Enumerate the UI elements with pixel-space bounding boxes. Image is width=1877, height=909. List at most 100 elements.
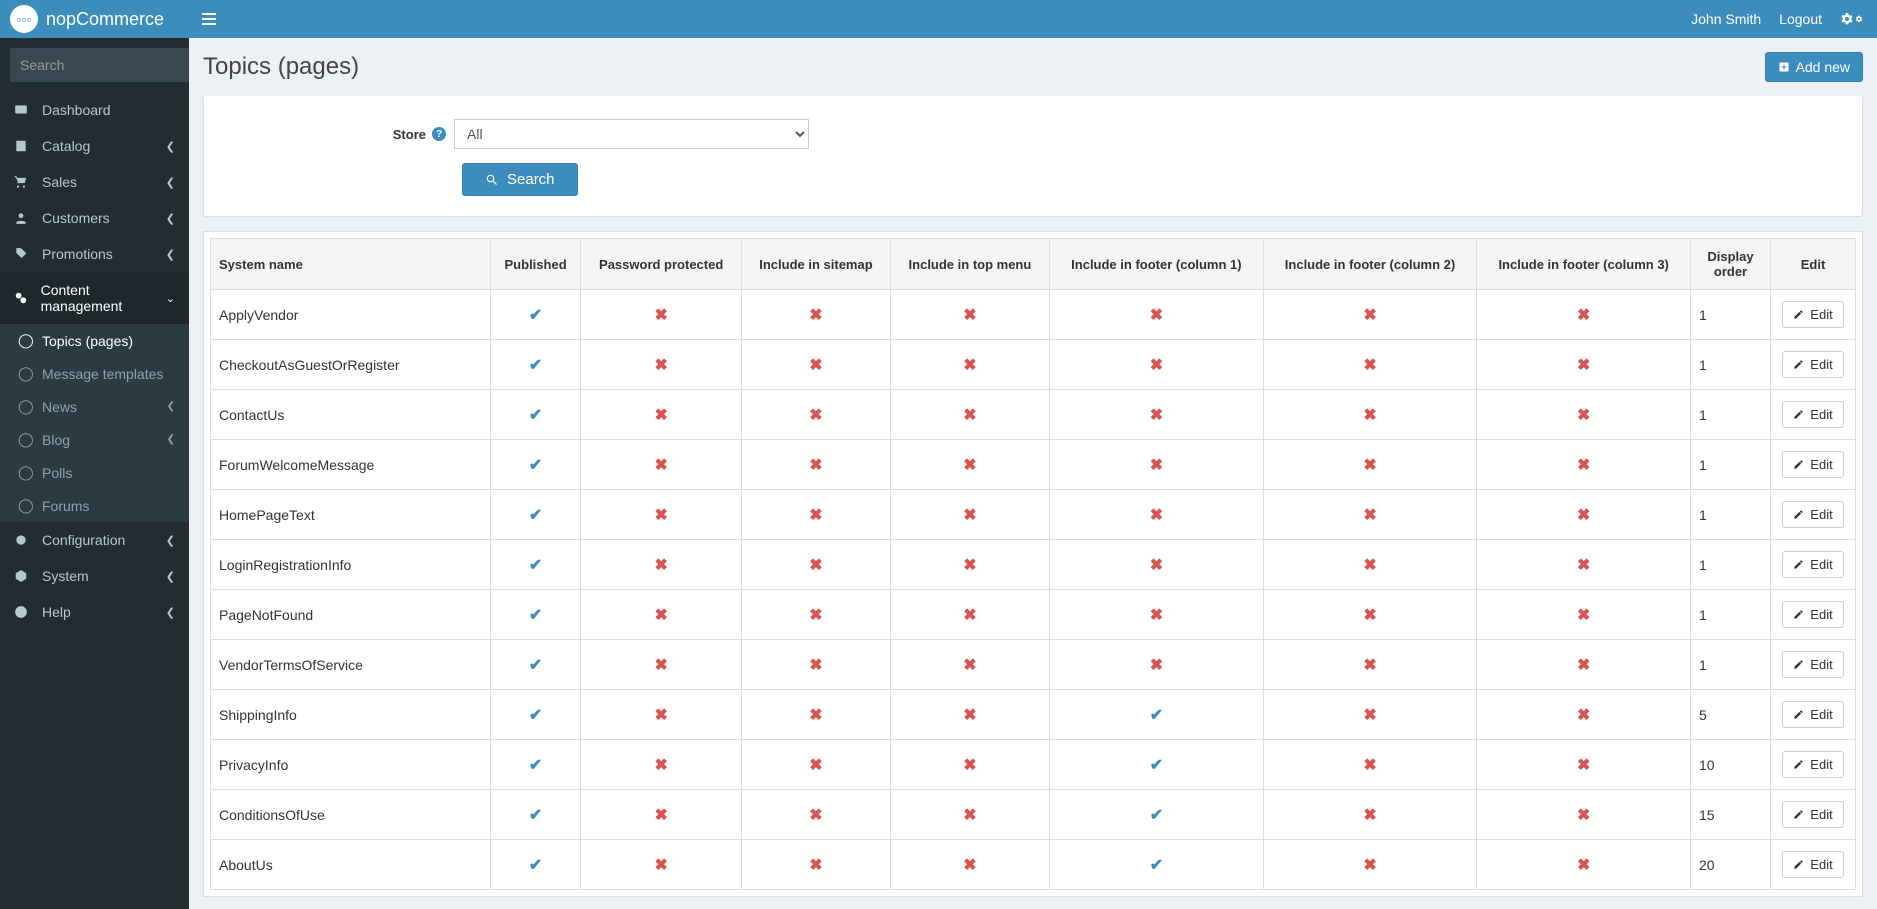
sub-topics[interactable]: ◯ Topics (pages) xyxy=(0,324,189,357)
cell-edit: Edit xyxy=(1771,590,1856,640)
sub-news[interactable]: ◯ News ❮ xyxy=(0,390,189,423)
store-select[interactable]: All xyxy=(454,119,809,149)
x-icon: ✖ xyxy=(963,707,976,724)
x-icon: ✖ xyxy=(654,807,667,824)
cell-published: ✔ xyxy=(491,540,581,590)
book-icon xyxy=(14,139,34,153)
help-icon xyxy=(14,605,34,619)
cell-system-name: PrivacyInfo xyxy=(211,740,491,790)
cell-topmenu: ✖ xyxy=(890,540,1049,590)
sub-polls[interactable]: ◯ Polls xyxy=(0,456,189,489)
cell-footer1: ✔ xyxy=(1050,690,1264,740)
edit-button[interactable]: Edit xyxy=(1782,451,1843,478)
settings-icon[interactable] xyxy=(1840,12,1863,26)
x-icon: ✖ xyxy=(809,557,822,574)
cell-system-name: AboutUs xyxy=(211,840,491,890)
x-icon: ✖ xyxy=(1363,807,1376,824)
cell-system-name: ContactUs xyxy=(211,390,491,440)
th-footer2[interactable]: Include in footer (column 2) xyxy=(1263,239,1477,290)
x-icon: ✖ xyxy=(1577,757,1590,774)
table-row: ApplyVendor✔✖✖✖✖✖✖1Edit xyxy=(211,290,1856,340)
cell-display-order: 10 xyxy=(1691,740,1771,790)
cell-display-order: 5 xyxy=(1691,690,1771,740)
cell-sitemap: ✖ xyxy=(742,840,891,890)
table-row: PageNotFound✔✖✖✖✖✖✖1Edit xyxy=(211,590,1856,640)
edit-label: Edit xyxy=(1810,757,1832,772)
circle-icon: ◯ xyxy=(18,497,34,514)
edit-button[interactable]: Edit xyxy=(1782,701,1843,728)
cell-footer3: ✖ xyxy=(1477,540,1691,590)
sidebar-toggle[interactable] xyxy=(189,0,229,38)
cell-footer2: ✖ xyxy=(1263,290,1477,340)
cell-footer1: ✔ xyxy=(1050,740,1264,790)
nav-system[interactable]: System ❮ xyxy=(0,558,189,594)
brand-logo[interactable]: ◦◦◦ nopCommerce xyxy=(0,0,189,38)
topics-table: System name Published Password protected… xyxy=(210,238,1856,890)
nav-configuration[interactable]: Configuration ❮ xyxy=(0,522,189,558)
pencil-icon xyxy=(1793,359,1804,370)
search-input[interactable] xyxy=(10,48,189,82)
th-system-name[interactable]: System name xyxy=(211,239,491,290)
cell-password: ✖ xyxy=(581,590,742,640)
table-row: LoginRegistrationInfo✔✖✖✖✖✖✖1Edit xyxy=(211,540,1856,590)
nav-help[interactable]: Help ❮ xyxy=(0,594,189,630)
sub-message-templates[interactable]: ◯ Message templates xyxy=(0,357,189,390)
th-topmenu[interactable]: Include in top menu xyxy=(890,239,1049,290)
sub-forums[interactable]: ◯ Forums xyxy=(0,489,189,522)
th-footer1[interactable]: Include in footer (column 1) xyxy=(1050,239,1264,290)
th-footer3[interactable]: Include in footer (column 3) xyxy=(1477,239,1691,290)
chevron-left-icon: ❮ xyxy=(167,434,175,445)
edit-button[interactable]: Edit xyxy=(1782,601,1843,628)
th-display-order[interactable]: Display order xyxy=(1691,239,1771,290)
sub-blog[interactable]: ◯ Blog ❮ xyxy=(0,423,189,456)
edit-button[interactable]: Edit xyxy=(1782,801,1843,828)
edit-button[interactable]: Edit xyxy=(1782,301,1843,328)
x-icon: ✖ xyxy=(1150,557,1163,574)
th-sitemap[interactable]: Include in sitemap xyxy=(742,239,891,290)
edit-button[interactable]: Edit xyxy=(1782,501,1843,528)
x-icon: ✖ xyxy=(1363,757,1376,774)
circle-icon: ◯ xyxy=(18,398,34,415)
plus-icon xyxy=(1778,61,1790,73)
cell-edit: Edit xyxy=(1771,740,1856,790)
edit-button[interactable]: Edit xyxy=(1782,651,1843,678)
th-published[interactable]: Published xyxy=(491,239,581,290)
help-tooltip-icon[interactable]: ? xyxy=(432,127,446,141)
x-icon: ✖ xyxy=(809,807,822,824)
check-icon: ✔ xyxy=(529,707,542,724)
cell-display-order: 1 xyxy=(1691,490,1771,540)
edit-button[interactable]: Edit xyxy=(1782,851,1843,878)
nav-promotions[interactable]: Promotions ❮ xyxy=(0,236,189,272)
cell-footer1: ✖ xyxy=(1050,540,1264,590)
x-icon: ✖ xyxy=(1363,457,1376,474)
chevron-left-icon: ❮ xyxy=(166,140,175,153)
th-password[interactable]: Password protected xyxy=(581,239,742,290)
add-new-button[interactable]: Add new xyxy=(1765,52,1863,82)
nav-content-management[interactable]: Content management ⌄ xyxy=(0,272,189,324)
edit-button[interactable]: Edit xyxy=(1782,351,1843,378)
search-submit-button[interactable]: Search xyxy=(462,163,578,196)
nav-content-label: Content management xyxy=(41,282,166,314)
search-icon xyxy=(485,173,499,187)
nav-sales[interactable]: Sales ❮ xyxy=(0,164,189,200)
edit-label: Edit xyxy=(1810,507,1832,522)
nav-customers[interactable]: Customers ❮ xyxy=(0,200,189,236)
logout-link[interactable]: Logout xyxy=(1779,11,1822,27)
edit-button[interactable]: Edit xyxy=(1782,401,1843,428)
cell-display-order: 1 xyxy=(1691,440,1771,490)
x-icon: ✖ xyxy=(1577,357,1590,374)
user-link[interactable]: John Smith xyxy=(1691,11,1761,27)
nav-catalog[interactable]: Catalog ❮ xyxy=(0,128,189,164)
cell-edit: Edit xyxy=(1771,690,1856,740)
table-panel: System name Published Password protected… xyxy=(203,231,1863,897)
table-row: CheckoutAsGuestOrRegister✔✖✖✖✖✖✖1Edit xyxy=(211,340,1856,390)
cell-sitemap: ✖ xyxy=(742,690,891,740)
edit-label: Edit xyxy=(1810,307,1832,322)
edit-label: Edit xyxy=(1810,557,1832,572)
cell-display-order: 15 xyxy=(1691,790,1771,840)
chevron-left-icon: ❮ xyxy=(166,212,175,225)
edit-button[interactable]: Edit xyxy=(1782,751,1843,778)
edit-button[interactable]: Edit xyxy=(1782,551,1843,578)
cell-password: ✖ xyxy=(581,490,742,540)
nav-dashboard[interactable]: Dashboard xyxy=(0,92,189,128)
